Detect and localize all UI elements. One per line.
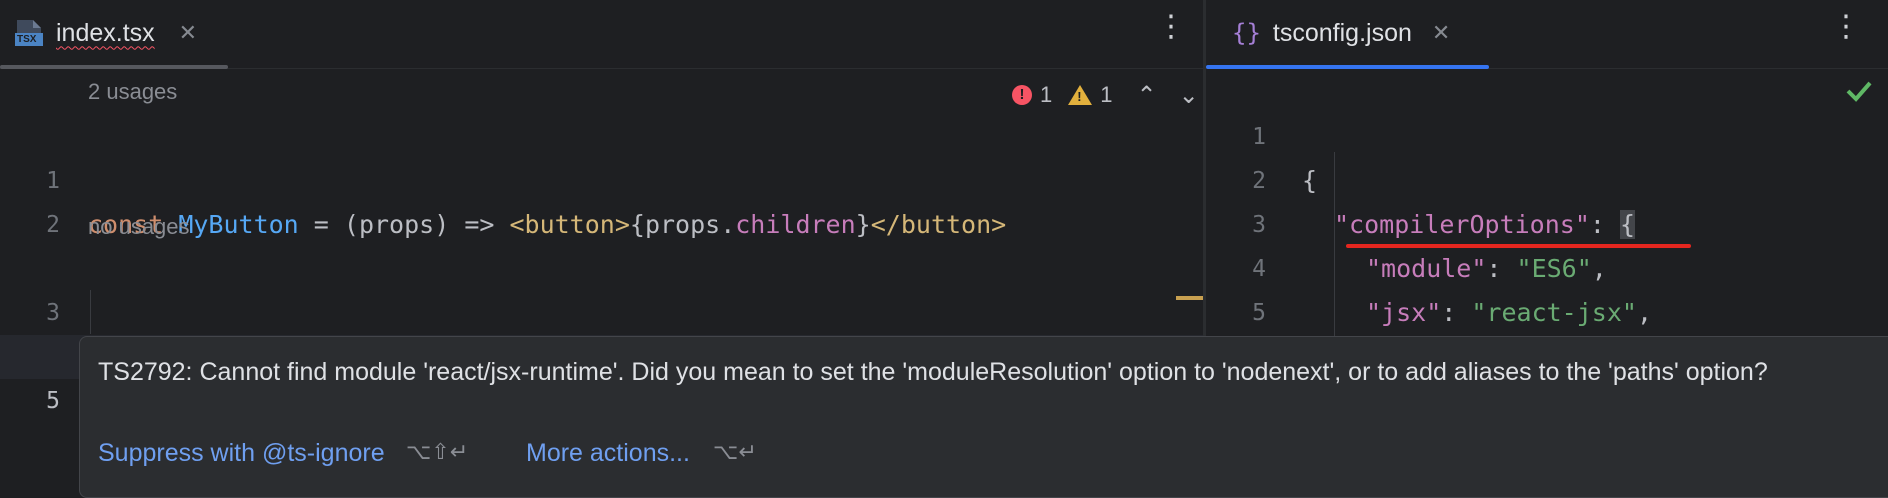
- more-actions-shortcut: ⌥↵: [713, 439, 757, 464]
- active-tab-indicator: [0, 65, 228, 69]
- next-problem-icon[interactable]: ⌄: [1179, 81, 1199, 110]
- line-number: 5: [46, 388, 60, 414]
- json-line-4[interactable]: 4 "jsx": "react-jsx",: [1206, 203, 1888, 327]
- more-options-icon[interactable]: ⋮: [1831, 12, 1861, 42]
- inspection-widget[interactable]: ! 1 ! 1 ⌃ ⌄: [1012, 79, 1199, 111]
- close-icon[interactable]: ✕: [179, 20, 197, 46]
- json-line-5[interactable]: 5 "outDir": "dist",: [1206, 247, 1888, 371]
- json-line-6[interactable]: 6 "rootDir": "src": [1206, 291, 1888, 415]
- tab-tsconfig-json[interactable]: {} tsconfig.json ✕: [1232, 0, 1450, 66]
- warning-icon-mark: !: [1077, 89, 1082, 104]
- warning-count: 1: [1100, 82, 1113, 107]
- tab-title: index.tsx: [56, 18, 155, 47]
- code-line-2[interactable]: 2: [0, 159, 1203, 238]
- usages-hint-no-usages: no usages: [88, 214, 190, 239]
- code-line-4[interactable]: 4 return <h1><MyButton>Hello World</MyBu…: [0, 291, 1203, 415]
- braces-icon: {}: [1232, 19, 1261, 47]
- active-tab-indicator: [1206, 65, 1489, 69]
- tab-index-tsx[interactable]: TSX index.tsx ✕: [14, 0, 197, 66]
- warning-stripe-marker[interactable]: [1176, 296, 1203, 300]
- right-tab-bar: {} tsconfig.json ✕ ⋮: [1206, 0, 1888, 69]
- error-message: TS2792: Cannot find module 'react/jsx-ru…: [98, 358, 1768, 386]
- suppress-shortcut: ⌥⇧↵: [406, 439, 469, 464]
- error-tooltip-popup: TS2792: Cannot find module 'react/jsx-ru…: [79, 336, 1888, 498]
- json-line-1[interactable]: 1 {: [1206, 71, 1888, 195]
- code-line-1[interactable]: 1 const MyButton = (props) => <button>{p…: [0, 115, 1203, 239]
- json-line-3[interactable]: 3 "module": "ES6",: [1206, 159, 1888, 283]
- json-line-2[interactable]: 2 "compilerOptions": {: [1206, 115, 1888, 239]
- more-options-icon[interactable]: ⋮: [1156, 12, 1186, 42]
- line-number: 2: [46, 212, 60, 238]
- tsx-file-icon-label: TSX: [17, 34, 37, 45]
- usages-hint[interactable]: 2 usages: [88, 79, 177, 105]
- code-line-3[interactable]: 3 export function App() {: [0, 247, 1203, 371]
- tsx-file-icon: TSX: [14, 18, 44, 48]
- close-icon[interactable]: ✕: [1432, 20, 1450, 46]
- warning-icon: !: [1068, 85, 1093, 105]
- left-tab-bar: TSX index.tsx ✕ ⋮: [0, 0, 1203, 69]
- tab-title: tsconfig.json: [1272, 18, 1412, 47]
- more-actions-link[interactable]: More actions...: [526, 439, 690, 468]
- suppress-with-ts-ignore-link[interactable]: Suppress with @ts-ignore: [98, 439, 385, 468]
- previous-problem-icon[interactable]: ⌃: [1137, 81, 1157, 110]
- code-text: const MyButton = (props) => <button>{pro…: [88, 210, 1007, 239]
- error-count: 1: [1040, 82, 1053, 107]
- error-icon: !: [1012, 85, 1032, 105]
